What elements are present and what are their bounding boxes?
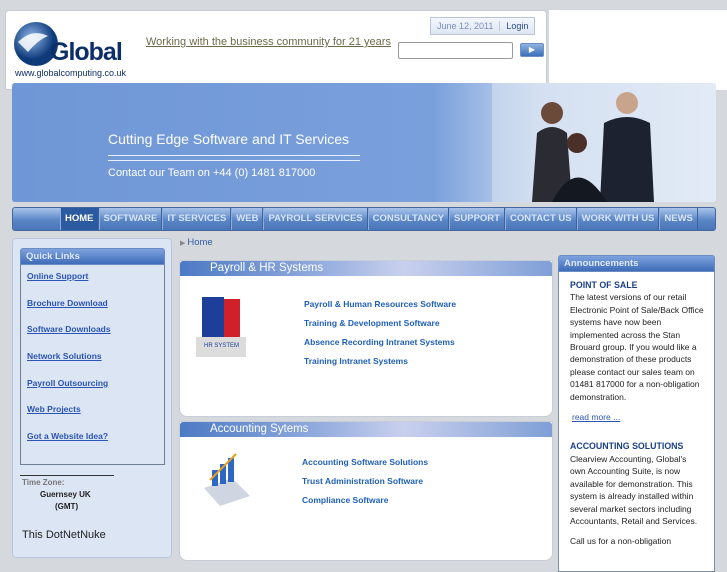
nav-consultancy[interactable]: CONSULTANCY: [367, 208, 450, 230]
banner: Cutting Edge Software and IT Services Co…: [12, 83, 716, 202]
hr-system-box-icon: HR SYSTEM: [196, 297, 246, 357]
announcements-panel: Announcements POINT OF SALE The latest v…: [558, 255, 715, 572]
hr-system-label: HR SYSTEM: [204, 343, 239, 349]
nav-contact-us[interactable]: CONTACT US: [504, 208, 577, 230]
nav-work-with-us[interactable]: WORK WITH US: [576, 208, 660, 230]
banner-contact: Contact our Team on +44 (0) 1481 817000: [108, 167, 316, 179]
section-link[interactable]: Trust Administration Software: [302, 476, 423, 486]
announcement-heading: POINT OF SALE: [570, 280, 638, 290]
nav-home[interactable]: HOME: [60, 208, 99, 230]
section-title: Payroll & HR Systems: [180, 261, 552, 276]
section-link[interactable]: Absence Recording Intranet Systems: [304, 337, 455, 347]
search-button[interactable]: ▶: [520, 43, 544, 57]
breadcrumb-home[interactable]: Home: [187, 237, 212, 248]
quick-links-panel: Quick Links Online Support Brochure Down…: [20, 248, 165, 465]
logo[interactable]: Global www.globalcomputing.co.uk: [12, 18, 140, 80]
read-more-link[interactable]: read more ...: [572, 411, 704, 423]
quick-link[interactable]: Web Projects: [27, 404, 158, 431]
tagline-link[interactable]: Working with the business community for …: [146, 36, 391, 48]
timezone-label: Time Zone:: [22, 478, 65, 487]
date-login-bar: June 12, 2011 Login: [430, 17, 536, 35]
quick-link[interactable]: Network Solutions: [27, 351, 158, 378]
people-photo-icon: [492, 83, 716, 202]
announcement-heading: ACCOUNTING SOLUTIONS: [570, 441, 684, 452]
logo-url: www.globalcomputing.co.uk: [15, 68, 127, 78]
nav-support[interactable]: SUPPORT: [449, 208, 505, 230]
nav-web[interactable]: WEB: [231, 208, 264, 230]
breadcrumb: ▶ Home: [180, 237, 213, 248]
section-link[interactable]: Accounting Software Solutions: [302, 457, 428, 467]
divider: [108, 160, 360, 161]
footer-text: This DotNetNuke: [22, 529, 106, 541]
quick-links-title: Quick Links: [20, 248, 165, 265]
quick-link[interactable]: Online Support: [27, 271, 158, 298]
logo-text: Global: [50, 38, 123, 66]
announcements-title: Announcements: [558, 255, 715, 272]
section-title: Accounting Sytems: [180, 422, 552, 437]
main-nav: HOME SOFTWARE IT SERVICES WEB PAYROLL SE…: [12, 207, 716, 231]
timezone-abbr: (GMT): [55, 502, 79, 511]
accounting-chart-icon: [204, 453, 250, 506]
nav-payroll-services[interactable]: PAYROLL SERVICES: [263, 208, 368, 230]
section-link[interactable]: Payroll & Human Resources Software: [304, 299, 456, 309]
section-link[interactable]: Training & Development Software: [304, 318, 440, 328]
current-date: June 12, 2011: [431, 21, 501, 31]
divider: [108, 155, 360, 156]
announcement-tail: Call us for a non-obligation: [570, 536, 672, 547]
timezone-zone: Guernsey UK: [40, 490, 91, 499]
section-link[interactable]: Training Intranet Systems: [304, 356, 408, 366]
payroll-hr-section: Payroll & HR Systems HR SYSTEM Payroll &…: [179, 260, 553, 417]
announcement-body: The latest versions of our retail Electr…: [570, 292, 704, 402]
search-input[interactable]: [398, 42, 513, 59]
play-arrow-icon: ▶: [528, 45, 536, 54]
divider: [20, 475, 114, 476]
banner-headline: Cutting Edge Software and IT Services: [108, 131, 349, 147]
nav-news[interactable]: NEWS: [659, 208, 698, 230]
quick-link[interactable]: Got a Website Idea?: [27, 431, 158, 458]
login-link[interactable]: Login: [500, 21, 534, 31]
section-link[interactable]: Compliance Software: [302, 495, 388, 505]
quick-link[interactable]: Payroll Outsourcing: [27, 378, 158, 405]
quick-link[interactable]: Software Downloads: [27, 324, 158, 351]
announcement-body: Clearview Accounting, Global's own Accou…: [570, 453, 698, 526]
nav-it-services[interactable]: IT SERVICES: [162, 208, 232, 230]
accounting-section: Accounting Sytems Accounting Software So…: [179, 421, 553, 561]
quick-link[interactable]: Brochure Download: [27, 298, 158, 325]
header-right-blank: [549, 10, 727, 90]
nav-software[interactable]: SOFTWARE: [98, 208, 163, 230]
